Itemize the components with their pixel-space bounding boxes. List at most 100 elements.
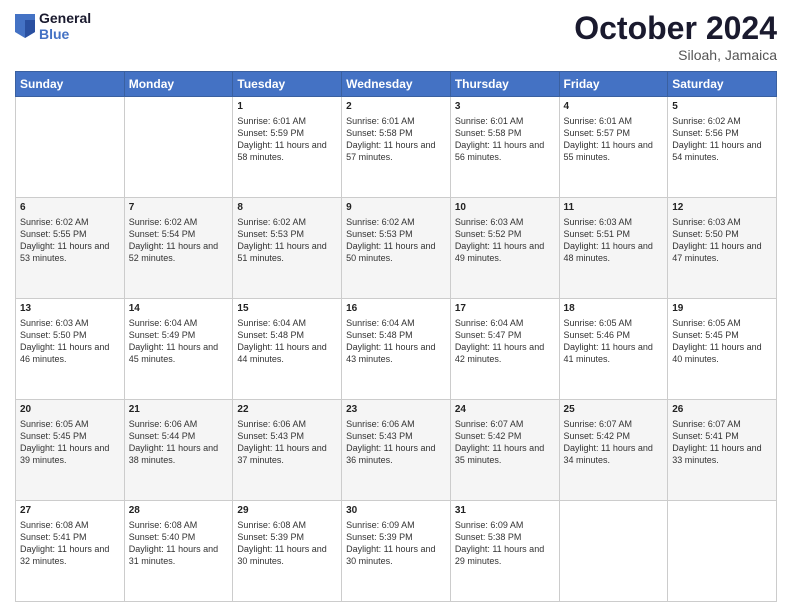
cell-content: Sunrise: 6:05 AMSunset: 5:46 PMDaylight:… [564, 317, 664, 366]
cell-content: Sunrise: 6:06 AMSunset: 5:43 PMDaylight:… [237, 418, 337, 467]
cell-content: Sunrise: 6:03 AMSunset: 5:52 PMDaylight:… [455, 216, 555, 265]
day-number: 22 [237, 403, 337, 417]
calendar-cell: 22Sunrise: 6:06 AMSunset: 5:43 PMDayligh… [233, 400, 342, 501]
calendar-cell: 20Sunrise: 6:05 AMSunset: 5:45 PMDayligh… [16, 400, 125, 501]
calendar-cell: 18Sunrise: 6:05 AMSunset: 5:46 PMDayligh… [559, 299, 668, 400]
calendar-week-row: 20Sunrise: 6:05 AMSunset: 5:45 PMDayligh… [16, 400, 777, 501]
calendar-cell [559, 501, 668, 602]
day-number: 16 [346, 302, 446, 316]
month-title: October 2024 [574, 10, 777, 47]
calendar-cell: 23Sunrise: 6:06 AMSunset: 5:43 PMDayligh… [342, 400, 451, 501]
cell-content: Sunrise: 6:01 AMSunset: 5:59 PMDaylight:… [237, 115, 337, 164]
cell-content: Sunrise: 6:04 AMSunset: 5:48 PMDaylight:… [346, 317, 446, 366]
calendar-cell: 12Sunrise: 6:03 AMSunset: 5:50 PMDayligh… [668, 198, 777, 299]
day-number: 8 [237, 201, 337, 215]
cell-content: Sunrise: 6:07 AMSunset: 5:41 PMDaylight:… [672, 418, 772, 467]
calendar-cell: 21Sunrise: 6:06 AMSunset: 5:44 PMDayligh… [124, 400, 233, 501]
day-number: 25 [564, 403, 664, 417]
calendar-table: SundayMondayTuesdayWednesdayThursdayFrid… [15, 71, 777, 602]
day-number: 21 [129, 403, 229, 417]
title-block: October 2024 Siloah, Jamaica [574, 10, 777, 63]
day-number: 7 [129, 201, 229, 215]
cell-content: Sunrise: 6:02 AMSunset: 5:54 PMDaylight:… [129, 216, 229, 265]
day-number: 27 [20, 504, 120, 518]
calendar-cell: 5Sunrise: 6:02 AMSunset: 5:56 PMDaylight… [668, 97, 777, 198]
cell-content: Sunrise: 6:02 AMSunset: 5:56 PMDaylight:… [672, 115, 772, 164]
calendar-cell [668, 501, 777, 602]
calendar-cell: 4Sunrise: 6:01 AMSunset: 5:57 PMDaylight… [559, 97, 668, 198]
cell-content: Sunrise: 6:08 AMSunset: 5:40 PMDaylight:… [129, 519, 229, 568]
cell-content: Sunrise: 6:03 AMSunset: 5:50 PMDaylight:… [20, 317, 120, 366]
location-title: Siloah, Jamaica [574, 47, 777, 63]
weekday-header: Saturday [668, 72, 777, 97]
cell-content: Sunrise: 6:02 AMSunset: 5:53 PMDaylight:… [237, 216, 337, 265]
cell-content: Sunrise: 6:09 AMSunset: 5:39 PMDaylight:… [346, 519, 446, 568]
cell-content: Sunrise: 6:04 AMSunset: 5:47 PMDaylight:… [455, 317, 555, 366]
calendar-cell: 11Sunrise: 6:03 AMSunset: 5:51 PMDayligh… [559, 198, 668, 299]
cell-content: Sunrise: 6:06 AMSunset: 5:44 PMDaylight:… [129, 418, 229, 467]
day-number: 28 [129, 504, 229, 518]
calendar-cell: 30Sunrise: 6:09 AMSunset: 5:39 PMDayligh… [342, 501, 451, 602]
day-number: 9 [346, 201, 446, 215]
calendar-header: SundayMondayTuesdayWednesdayThursdayFrid… [16, 72, 777, 97]
calendar-cell [16, 97, 125, 198]
calendar-cell: 19Sunrise: 6:05 AMSunset: 5:45 PMDayligh… [668, 299, 777, 400]
day-number: 2 [346, 100, 446, 114]
calendar-week-row: 13Sunrise: 6:03 AMSunset: 5:50 PMDayligh… [16, 299, 777, 400]
logo-text: General Blue [39, 10, 91, 42]
calendar-cell: 13Sunrise: 6:03 AMSunset: 5:50 PMDayligh… [16, 299, 125, 400]
weekday-header: Monday [124, 72, 233, 97]
cell-content: Sunrise: 6:06 AMSunset: 5:43 PMDaylight:… [346, 418, 446, 467]
weekday-row: SundayMondayTuesdayWednesdayThursdayFrid… [16, 72, 777, 97]
day-number: 1 [237, 100, 337, 114]
cell-content: Sunrise: 6:07 AMSunset: 5:42 PMDaylight:… [564, 418, 664, 467]
day-number: 29 [237, 504, 337, 518]
calendar-cell: 27Sunrise: 6:08 AMSunset: 5:41 PMDayligh… [16, 501, 125, 602]
calendar-cell: 16Sunrise: 6:04 AMSunset: 5:48 PMDayligh… [342, 299, 451, 400]
calendar-cell: 15Sunrise: 6:04 AMSunset: 5:48 PMDayligh… [233, 299, 342, 400]
calendar-cell: 1Sunrise: 6:01 AMSunset: 5:59 PMDaylight… [233, 97, 342, 198]
calendar-week-row: 27Sunrise: 6:08 AMSunset: 5:41 PMDayligh… [16, 501, 777, 602]
page: General Blue October 2024 Siloah, Jamaic… [0, 0, 792, 612]
calendar-cell: 2Sunrise: 6:01 AMSunset: 5:58 PMDaylight… [342, 97, 451, 198]
calendar-cell: 7Sunrise: 6:02 AMSunset: 5:54 PMDaylight… [124, 198, 233, 299]
weekday-header: Sunday [16, 72, 125, 97]
day-number: 14 [129, 302, 229, 316]
header: General Blue October 2024 Siloah, Jamaic… [15, 10, 777, 63]
calendar-body: 1Sunrise: 6:01 AMSunset: 5:59 PMDaylight… [16, 97, 777, 602]
cell-content: Sunrise: 6:03 AMSunset: 5:50 PMDaylight:… [672, 216, 772, 265]
cell-content: Sunrise: 6:09 AMSunset: 5:38 PMDaylight:… [455, 519, 555, 568]
day-number: 20 [20, 403, 120, 417]
day-number: 24 [455, 403, 555, 417]
day-number: 19 [672, 302, 772, 316]
day-number: 10 [455, 201, 555, 215]
calendar-cell: 29Sunrise: 6:08 AMSunset: 5:39 PMDayligh… [233, 501, 342, 602]
calendar-week-row: 6Sunrise: 6:02 AMSunset: 5:55 PMDaylight… [16, 198, 777, 299]
weekday-header: Friday [559, 72, 668, 97]
day-number: 5 [672, 100, 772, 114]
calendar-cell: 17Sunrise: 6:04 AMSunset: 5:47 PMDayligh… [450, 299, 559, 400]
day-number: 30 [346, 504, 446, 518]
day-number: 12 [672, 201, 772, 215]
day-number: 4 [564, 100, 664, 114]
calendar-cell: 10Sunrise: 6:03 AMSunset: 5:52 PMDayligh… [450, 198, 559, 299]
cell-content: Sunrise: 6:05 AMSunset: 5:45 PMDaylight:… [672, 317, 772, 366]
day-number: 23 [346, 403, 446, 417]
cell-content: Sunrise: 6:01 AMSunset: 5:58 PMDaylight:… [455, 115, 555, 164]
day-number: 26 [672, 403, 772, 417]
logo-icon [15, 14, 35, 38]
weekday-header: Wednesday [342, 72, 451, 97]
calendar-cell: 3Sunrise: 6:01 AMSunset: 5:58 PMDaylight… [450, 97, 559, 198]
day-number: 3 [455, 100, 555, 114]
calendar-cell: 26Sunrise: 6:07 AMSunset: 5:41 PMDayligh… [668, 400, 777, 501]
cell-content: Sunrise: 6:03 AMSunset: 5:51 PMDaylight:… [564, 216, 664, 265]
calendar-week-row: 1Sunrise: 6:01 AMSunset: 5:59 PMDaylight… [16, 97, 777, 198]
day-number: 6 [20, 201, 120, 215]
cell-content: Sunrise: 6:08 AMSunset: 5:41 PMDaylight:… [20, 519, 120, 568]
calendar-cell: 28Sunrise: 6:08 AMSunset: 5:40 PMDayligh… [124, 501, 233, 602]
calendar-cell: 6Sunrise: 6:02 AMSunset: 5:55 PMDaylight… [16, 198, 125, 299]
calendar-cell: 9Sunrise: 6:02 AMSunset: 5:53 PMDaylight… [342, 198, 451, 299]
cell-content: Sunrise: 6:04 AMSunset: 5:49 PMDaylight:… [129, 317, 229, 366]
calendar-cell: 8Sunrise: 6:02 AMSunset: 5:53 PMDaylight… [233, 198, 342, 299]
cell-content: Sunrise: 6:02 AMSunset: 5:53 PMDaylight:… [346, 216, 446, 265]
